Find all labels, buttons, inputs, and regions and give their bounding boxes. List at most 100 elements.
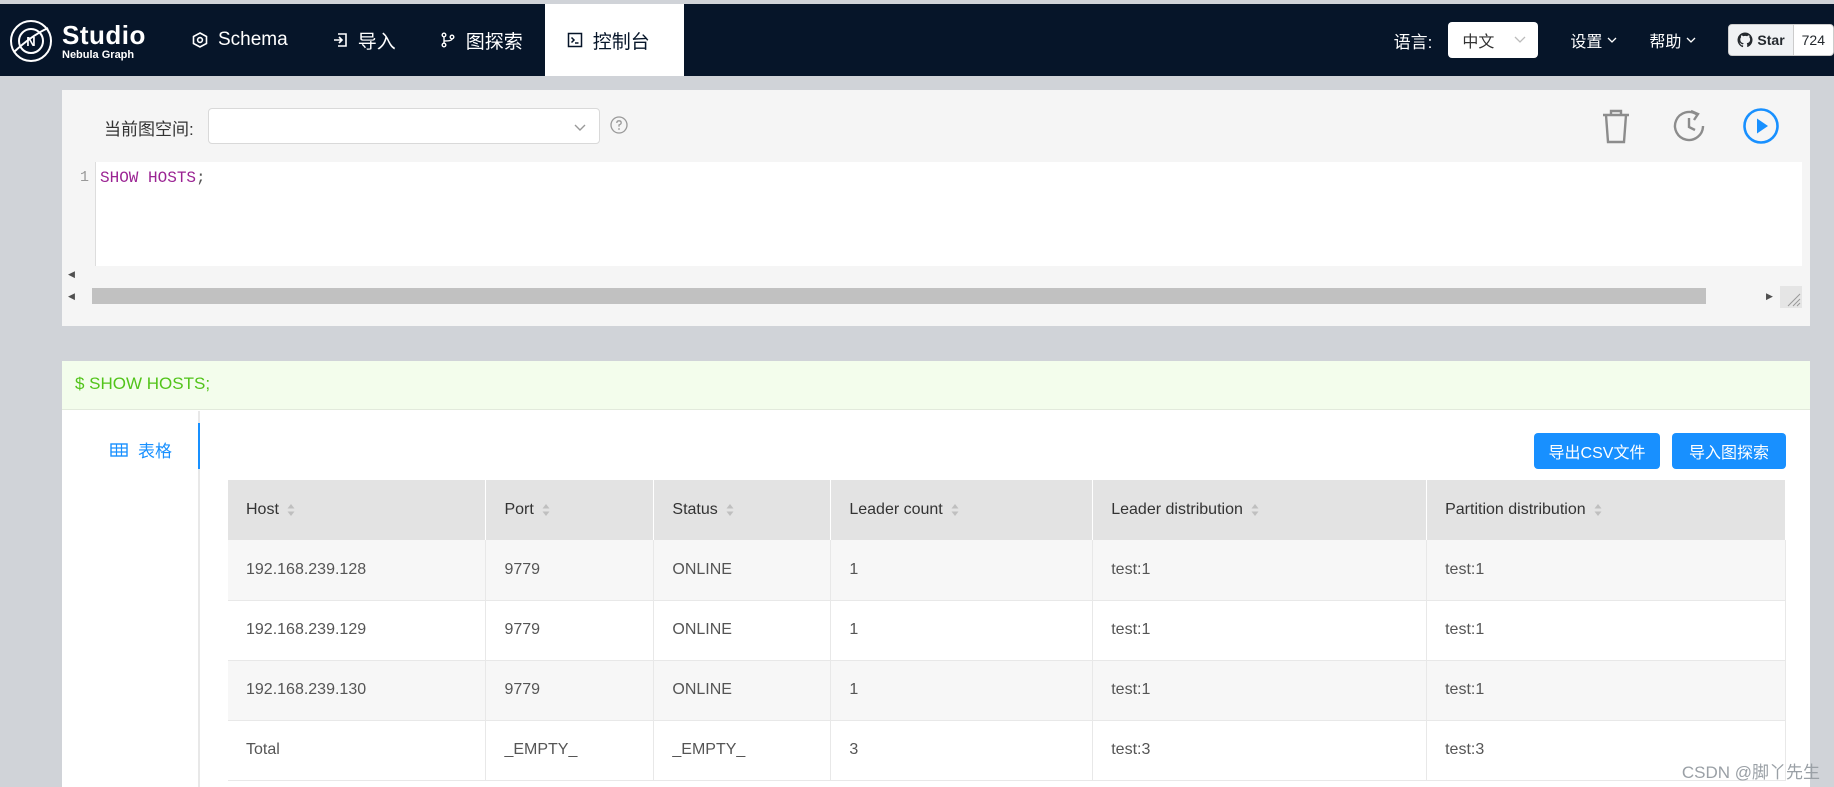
sort-icon[interactable] bbox=[542, 503, 550, 517]
explore-icon bbox=[441, 32, 455, 48]
active-tab-indicator bbox=[198, 423, 200, 469]
language-label: 语言: bbox=[1393, 32, 1433, 52]
studio-logo[interactable]: N Studio Nebula Graph bbox=[8, 18, 146, 64]
sort-icon[interactable] bbox=[951, 503, 959, 517]
sort-icon[interactable] bbox=[1251, 503, 1259, 517]
scroll-right-icon[interactable]: ▶ bbox=[1766, 291, 1773, 302]
help-menu[interactable]: 帮助 bbox=[1649, 28, 1696, 52]
table-cell: _EMPTY_ bbox=[653, 720, 832, 781]
table-cell: test:1 bbox=[1092, 600, 1428, 661]
table-cell: 192.168.239.128 bbox=[228, 540, 487, 601]
code-editor[interactable]: 1 SHOW HOSTS; bbox=[62, 162, 1802, 266]
sort-icon[interactable] bbox=[287, 503, 295, 517]
chevron-down-icon bbox=[1686, 37, 1696, 43]
code-keyword: SHOW HOSTS bbox=[100, 169, 197, 187]
history-icon[interactable] bbox=[1670, 107, 1708, 145]
help-circle-icon[interactable] bbox=[610, 116, 628, 134]
table-cell: test:1 bbox=[1092, 660, 1428, 721]
query-result-panel: $ SHOW HOSTS; 表格 导出CSV文件 导入图探索 Host Port… bbox=[62, 361, 1810, 787]
column-header[interactable]: Port bbox=[485, 480, 655, 540]
table-cell: test:1 bbox=[1092, 540, 1428, 601]
table-header-row: Host Port Status Leader count Leader dis… bbox=[228, 480, 1786, 540]
table-cell: 9779 bbox=[485, 600, 655, 661]
nav-explore[interactable]: 图探索 bbox=[418, 4, 545, 76]
github-star-count[interactable]: 724 bbox=[1793, 25, 1833, 55]
trash-icon[interactable] bbox=[1598, 107, 1634, 145]
horizontal-scrollbar[interactable]: ◀ ▶ bbox=[62, 286, 1802, 308]
nav-import[interactable]: 导入 bbox=[310, 4, 418, 76]
export-csv-button[interactable]: 导出CSV文件 bbox=[1534, 433, 1660, 469]
table-cell: test:1 bbox=[1426, 660, 1786, 721]
table-row[interactable]: 192.168.239.129 9779 ONLINE 1 test:1 tes… bbox=[228, 600, 1786, 661]
table-cell: _EMPTY_ bbox=[485, 720, 655, 781]
nebula-logo-icon: N bbox=[10, 20, 52, 62]
table-cell: 192.168.239.129 bbox=[228, 600, 487, 661]
nav-schema[interactable]: Schema bbox=[170, 4, 310, 76]
editor-scroll-area: ◀ bbox=[62, 266, 1802, 282]
help-label: 帮助 bbox=[1649, 34, 1682, 51]
import-icon bbox=[333, 33, 347, 47]
column-header[interactable]: Host bbox=[228, 480, 487, 540]
table-cell: 1 bbox=[830, 660, 1094, 721]
nav-schema-label: Schema bbox=[218, 29, 288, 50]
table-icon bbox=[110, 442, 128, 457]
tab-table-label: 表格 bbox=[138, 442, 172, 461]
run-icon[interactable] bbox=[1742, 107, 1780, 145]
table-row[interactable]: 192.168.239.128 9779 ONLINE 1 test:1 tes… bbox=[228, 540, 1786, 601]
table-cell: 1 bbox=[830, 540, 1094, 601]
tab-table[interactable]: 表格 bbox=[110, 437, 172, 462]
graph-space-select[interactable] bbox=[208, 108, 600, 144]
table-cell: 3 bbox=[830, 720, 1094, 781]
github-icon bbox=[1737, 32, 1753, 48]
graph-space-label: 当前图空间: bbox=[104, 120, 194, 139]
header-tools: 语言: 中文 设置 帮助 Star 724 bbox=[1394, 4, 1834, 76]
scroll-left-small-icon[interactable]: ◀ bbox=[68, 269, 75, 280]
code-line[interactable]: SHOW HOSTS; bbox=[100, 169, 206, 187]
table-cell: 192.168.239.130 bbox=[228, 660, 487, 721]
language-select[interactable]: 中文 bbox=[1448, 22, 1539, 58]
nav-console[interactable]: 控制台 bbox=[544, 4, 684, 76]
main-nav: Schema 导入 图探索 控制台 bbox=[170, 4, 684, 76]
sort-icon[interactable] bbox=[726, 503, 734, 517]
settings-menu[interactable]: 设置 bbox=[1570, 28, 1617, 52]
column-header[interactable]: Status bbox=[653, 480, 832, 540]
top-navigation-bar: N Studio Nebula Graph Schema 导入 图探索 控制台 … bbox=[0, 4, 1834, 76]
result-query-header: $ SHOW HOSTS; bbox=[62, 361, 1810, 410]
table-cell: test:1 bbox=[1426, 600, 1786, 661]
table-cell: ONLINE bbox=[653, 660, 832, 721]
table-cell: 9779 bbox=[485, 660, 655, 721]
github-star-button[interactable]: Star bbox=[1729, 25, 1794, 55]
github-star-widget[interactable]: Star 724 bbox=[1728, 24, 1834, 56]
nav-import-label: 导入 bbox=[357, 31, 396, 53]
github-star-label: Star bbox=[1757, 32, 1785, 48]
resize-grip-icon[interactable] bbox=[1780, 286, 1802, 308]
nav-explore-label: 图探索 bbox=[465, 31, 523, 53]
table-row[interactable]: 192.168.239.130 9779 ONLINE 1 test:1 tes… bbox=[228, 660, 1786, 721]
column-header[interactable]: Leader count bbox=[830, 480, 1094, 540]
table-cell: 9779 bbox=[485, 540, 655, 601]
table-cell: test:3 bbox=[1092, 720, 1428, 781]
result-view-tabs: 表格 bbox=[62, 411, 200, 787]
language-value: 中文 bbox=[1462, 34, 1495, 51]
code-semicolon: ; bbox=[196, 169, 206, 187]
nav-console-label: 控制台 bbox=[592, 31, 650, 53]
scroll-left-icon[interactable]: ◀ bbox=[68, 291, 75, 302]
schema-icon bbox=[192, 32, 208, 48]
sort-icon[interactable] bbox=[1594, 503, 1602, 517]
table-cell: Total bbox=[228, 720, 487, 781]
table-cell: ONLINE bbox=[653, 600, 832, 661]
scrollbar-thumb[interactable] bbox=[92, 288, 1706, 304]
chevron-down-icon bbox=[1607, 37, 1617, 43]
column-header[interactable]: Leader distribution bbox=[1092, 480, 1428, 540]
import-explore-button[interactable]: 导入图探索 bbox=[1672, 433, 1786, 469]
column-header[interactable]: Partition distribution bbox=[1426, 480, 1786, 540]
chevron-down-icon bbox=[1514, 36, 1526, 43]
query-editor-panel: 当前图空间: 1 SHOW HOSTS; ◀ ◀ ▶ bbox=[62, 90, 1810, 326]
line-number-gutter: 1 bbox=[62, 162, 96, 266]
svg-text:N: N bbox=[26, 34, 35, 49]
table-row[interactable]: Total _EMPTY_ _EMPTY_ 3 test:3 test:3 bbox=[228, 720, 1786, 781]
line-number: 1 bbox=[80, 169, 90, 186]
console-icon bbox=[567, 32, 582, 48]
table-cell: test:1 bbox=[1426, 540, 1786, 601]
settings-label: 设置 bbox=[1570, 34, 1603, 51]
